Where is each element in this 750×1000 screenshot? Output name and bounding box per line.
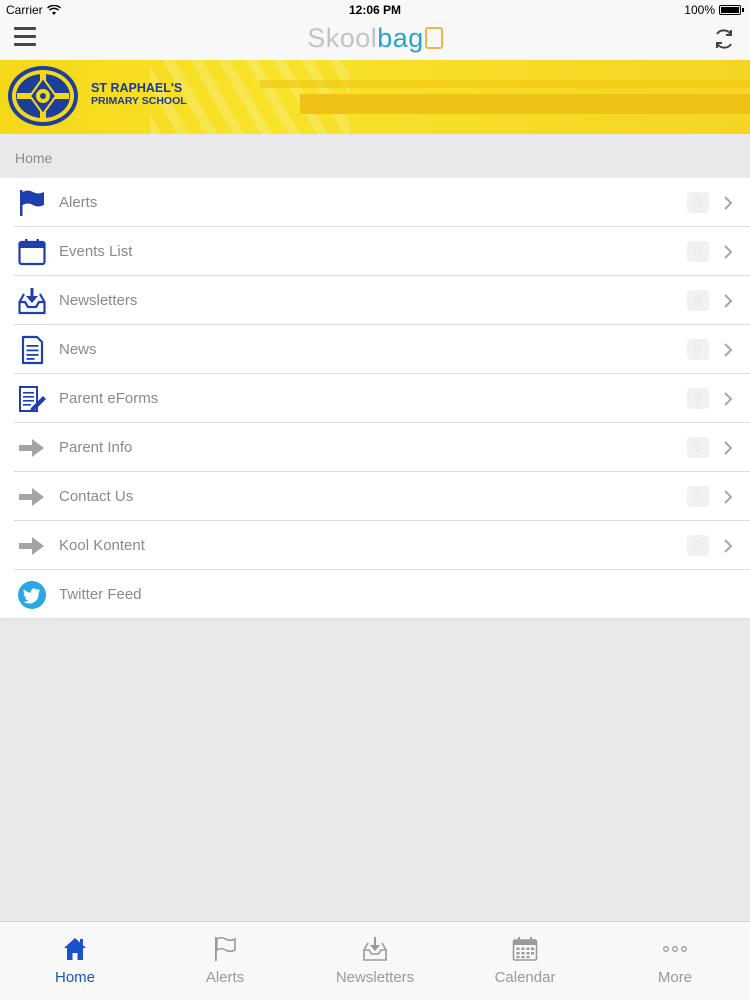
menu-item-twitter-feed[interactable]: Twitter Feed — [0, 570, 750, 619]
document-icon — [21, 335, 44, 365]
school-crest-icon — [8, 66, 78, 126]
breadcrumb: Home — [15, 150, 53, 166]
nav-bar: Skoolbag — [0, 20, 750, 60]
menu-item-label: Events List — [59, 243, 133, 260]
chevron-right-icon — [724, 245, 733, 259]
count-badge: 0 — [687, 486, 709, 507]
menu-list: Alerts 0 Events List 0 Newsletters 0 New… — [0, 178, 750, 619]
menu-item-label: News — [59, 341, 97, 358]
menu-item-alerts[interactable]: Alerts 0 — [0, 178, 750, 227]
chevron-right-icon — [724, 343, 733, 357]
arrow-right-icon — [19, 537, 44, 555]
chevron-right-icon — [724, 490, 733, 504]
tab-label: More — [657, 969, 693, 986]
calendar-grid-icon — [512, 937, 538, 961]
menu-item-label: Contact Us — [59, 488, 134, 505]
chevron-right-icon — [724, 294, 733, 308]
school-banner: ST RAPHAEL'S PRIMARY SCHOOL — [0, 60, 750, 134]
banner-stripe-thin — [260, 80, 750, 88]
menu-item-label: Parent eForms — [59, 390, 159, 407]
logo-text-skool: Skool — [307, 23, 378, 53]
twitter-icon — [18, 581, 46, 609]
more-dots-icon — [663, 946, 687, 952]
tab-label: Alerts — [205, 969, 245, 986]
count-badge: 0 — [687, 388, 709, 409]
home-icon — [64, 938, 86, 960]
menu-item-label: Kool Kontent — [59, 537, 145, 554]
battery-tip — [742, 8, 744, 12]
arrow-right-icon — [19, 439, 44, 457]
status-time: 12:06 PM — [348, 3, 402, 17]
battery-percent: 100% — [684, 3, 715, 17]
tab-bar: Home Alerts Newsletters Calendar More — [0, 921, 750, 1000]
tab-alerts[interactable]: Alerts — [150, 922, 300, 1000]
menu-item-label: Newsletters — [59, 292, 138, 309]
status-right: 100% — [684, 3, 744, 17]
count-badge: 0 — [687, 339, 709, 360]
logo-text-bag: bag — [377, 23, 424, 53]
tab-label: Home — [54, 969, 95, 986]
menu-item-parent-info[interactable]: Parent Info 0 — [0, 423, 750, 472]
tab-home[interactable]: Home — [0, 922, 150, 1000]
chevron-right-icon — [724, 441, 733, 455]
chevron-right-icon — [724, 392, 733, 406]
tab-label: Calendar — [494, 969, 556, 986]
tab-calendar[interactable]: Calendar — [450, 922, 600, 1000]
menu-item-label: Alerts — [59, 194, 98, 211]
download-tray-icon — [363, 937, 387, 961]
school-name-line1: ST RAPHAEL'S — [91, 81, 183, 95]
bag-icon — [424, 27, 443, 49]
menu-item-news[interactable]: News 0 — [0, 325, 750, 374]
count-badge: 0 — [687, 437, 709, 458]
chevron-right-icon — [724, 539, 733, 553]
menu-item-contact-us[interactable]: Contact Us 0 — [0, 472, 750, 521]
calendar-icon — [18, 239, 46, 266]
menu-item-events-list[interactable]: Events List 0 — [0, 227, 750, 276]
banner-stripe — [300, 94, 750, 114]
menu-item-kool-kontent[interactable]: Kool Kontent 0 — [0, 521, 750, 570]
form-pencil-icon — [19, 386, 46, 412]
school-name: ST RAPHAEL'S PRIMARY SCHOOL — [91, 82, 187, 108]
tab-label: Newsletters — [335, 969, 415, 986]
refresh-icon[interactable] — [712, 27, 736, 51]
tab-more[interactable]: More — [600, 922, 750, 1000]
app-logo: Skoolbag — [0, 23, 750, 54]
count-badge: 0 — [687, 241, 709, 262]
count-badge: 0 — [687, 535, 709, 556]
menu-item-label: Parent Info — [59, 439, 133, 456]
tab-newsletters[interactable]: Newsletters — [300, 922, 450, 1000]
menu-item-label: Twitter Feed — [59, 586, 142, 603]
menu-item-newsletters[interactable]: Newsletters 0 — [0, 276, 750, 325]
status-bar: Carrier 12:06 PM 100% — [0, 0, 750, 20]
school-name-line2: PRIMARY SCHOOL — [91, 95, 187, 107]
menu-item-parent-eforms[interactable]: Parent eForms 0 — [0, 374, 750, 423]
count-badge: 0 — [687, 290, 709, 311]
count-badge: 0 — [687, 192, 709, 213]
flag-icon — [215, 936, 236, 961]
chevron-right-icon — [724, 196, 733, 210]
arrow-right-icon — [19, 488, 44, 506]
download-tray-icon — [18, 288, 46, 315]
battery-icon — [719, 5, 741, 15]
flag-icon — [20, 190, 44, 216]
